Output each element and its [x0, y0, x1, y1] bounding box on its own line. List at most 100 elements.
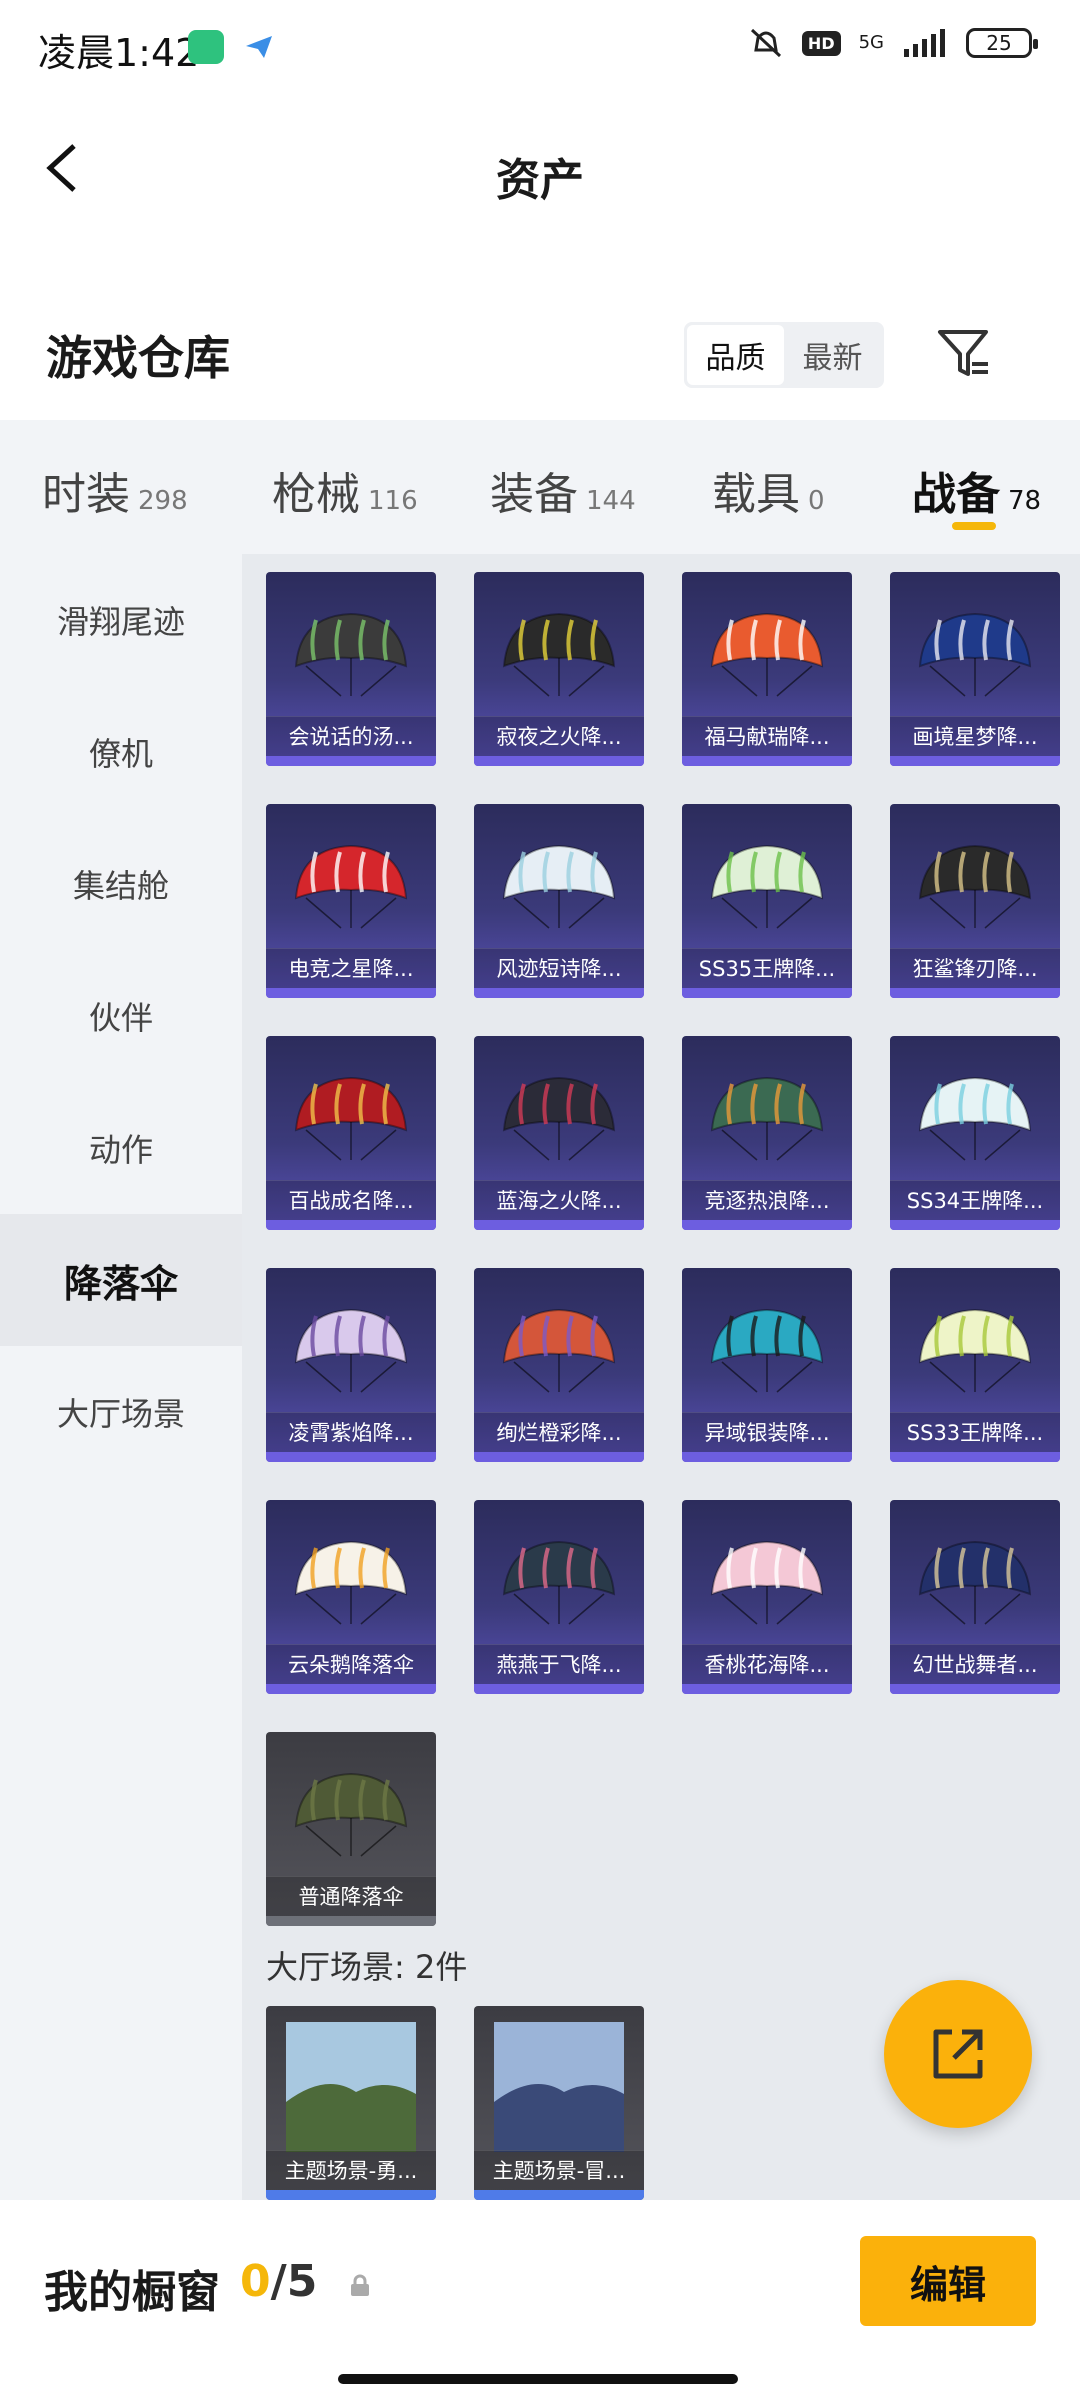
item-name: 画境星梦降... — [890, 716, 1060, 756]
item-card[interactable]: SS35王牌降... — [682, 804, 852, 998]
page-title: 资产 — [496, 155, 584, 206]
hd-badge: HD — [801, 30, 841, 56]
item-name: 蓝海之火降... — [474, 1180, 644, 1220]
quality-bar — [682, 1684, 852, 1694]
item-name: 会说话的汤... — [266, 716, 436, 756]
parachute-icon — [502, 844, 616, 929]
filter-icon[interactable] — [936, 326, 992, 382]
quality-bar — [474, 1452, 644, 1462]
parachute-icon — [710, 1076, 824, 1161]
item-name: SS33王牌降... — [890, 1412, 1060, 1452]
showcase-label: 我的橱窗 — [44, 2267, 220, 2318]
shield-icon — [188, 30, 224, 64]
quality-bar — [682, 756, 852, 766]
parachute-icon — [502, 1076, 616, 1161]
item-card[interactable]: 电竞之星降... — [266, 804, 436, 998]
item-card[interactable]: 凌霄紫焰降... — [266, 1268, 436, 1462]
edit-button[interactable]: 编辑 — [860, 2236, 1036, 2326]
item-card[interactable]: 百战成名降... — [266, 1036, 436, 1230]
item-card[interactable]: 会说话的汤... — [266, 572, 436, 766]
tab-fashion[interactable]: 时装 298 — [42, 458, 188, 522]
tab-battle-prep[interactable]: 战备 78 — [912, 458, 1041, 522]
battery-level: 25 — [986, 31, 1012, 55]
item-card[interactable]: 福马献瑞降... — [682, 572, 852, 766]
sidebar-item-assembly-pod[interactable]: 集结舱 — [0, 818, 242, 950]
tab-count: 144 — [586, 486, 636, 516]
tab-guns[interactable]: 枪械 116 — [272, 458, 418, 522]
item-card[interactable]: 蓝海之火降... — [474, 1036, 644, 1230]
quality-bar — [266, 756, 436, 766]
item-card[interactable]: 风迹短诗降... — [474, 804, 644, 998]
tab-vehicles[interactable]: 载具 0 — [712, 458, 825, 522]
item-card[interactable]: 狂鲨锋刃降... — [890, 804, 1060, 998]
warehouse-title: 游戏仓库 — [46, 331, 230, 385]
sidebar-item-glide-trail[interactable]: 滑翔尾迹 — [0, 554, 242, 686]
item-card[interactable]: 云朵鹅降落伞 — [266, 1500, 436, 1694]
sidebar-item-parachute[interactable]: 降落伞 — [0, 1214, 242, 1346]
item-card[interactable]: 竞逐热浪降... — [682, 1036, 852, 1230]
quality-bar — [890, 1452, 1060, 1462]
share-button[interactable] — [884, 1980, 1032, 2128]
scene-card[interactable]: 主题场景-冒... — [474, 2006, 644, 2200]
home-indicator — [338, 2374, 738, 2384]
item-card[interactable]: SS33王牌降... — [890, 1268, 1060, 1462]
tab-label: 载具 — [712, 469, 800, 520]
item-card[interactable]: 画境星梦降... — [890, 572, 1060, 766]
quality-bar — [266, 1220, 436, 1230]
scene-thumbnail — [286, 2022, 416, 2152]
sort-quality[interactable]: 品质 — [687, 325, 784, 385]
tab-equipment[interactable]: 装备 144 — [490, 458, 636, 522]
parachute-icon — [918, 1540, 1032, 1625]
scene-thumbnail — [494, 2022, 624, 2152]
quality-bar — [682, 1220, 852, 1230]
send-icon — [246, 36, 272, 58]
category-tabs: 时装 298 枪械 116 装备 144 载具 0 战备 78 — [0, 420, 1080, 554]
item-card[interactable]: SS34王牌降... — [890, 1036, 1060, 1230]
quality-bar — [682, 1452, 852, 1462]
tab-count: 0 — [808, 486, 825, 516]
item-name: 普通降落伞 — [266, 1876, 436, 1916]
quality-bar — [890, 1684, 1060, 1694]
lobby-scene-section-title: 大厅场景: 2件 — [266, 1948, 468, 1986]
item-card[interactable]: 寂夜之火降... — [474, 572, 644, 766]
sidebar-item-partner[interactable]: 伙伴 — [0, 950, 242, 1082]
sidebar-item-wingman[interactable]: 僚机 — [0, 686, 242, 818]
parachute-icon — [294, 1076, 408, 1161]
signal-icon — [904, 29, 945, 57]
scene-card[interactable]: 主题场景-勇... — [266, 2006, 436, 2200]
item-card[interactable]: 香桃花海降... — [682, 1500, 852, 1694]
scene-name: 主题场景-勇... — [266, 2150, 436, 2190]
share-icon — [933, 2029, 983, 2079]
item-card[interactable]: 幻世战舞者... — [890, 1500, 1060, 1694]
tab-label: 时装 — [42, 469, 130, 520]
item-card[interactable]: 燕燕于飞降... — [474, 1500, 644, 1694]
scene-name: 主题场景-冒... — [474, 2150, 644, 2190]
item-name: 福马献瑞降... — [682, 716, 852, 756]
status-bar: 凌晨1:42 HD 5G 25 — [0, 0, 1080, 96]
sidebar-item-emote[interactable]: 动作 — [0, 1082, 242, 1214]
parachute-icon — [294, 844, 408, 929]
parachute-icon — [294, 1308, 408, 1393]
item-name: 幻世战舞者... — [890, 1644, 1060, 1684]
item-card[interactable]: 绚烂橙彩降... — [474, 1268, 644, 1462]
quality-bar — [474, 988, 644, 998]
quality-bar — [266, 2190, 436, 2200]
parachute-icon — [918, 1076, 1032, 1161]
parachute-icon — [710, 1308, 824, 1393]
item-name: 风迹短诗降... — [474, 948, 644, 988]
parachute-icon — [294, 1540, 408, 1625]
item-card[interactable]: 普通降落伞 — [266, 1732, 436, 1926]
parachute-icon — [918, 612, 1032, 697]
sort-toggle: 品质 最新 — [684, 322, 884, 388]
quality-bar — [266, 1452, 436, 1462]
quality-bar — [266, 988, 436, 998]
item-card[interactable]: 异域银装降... — [682, 1268, 852, 1462]
parachute-icon — [918, 1308, 1032, 1393]
battery-icon: 25 — [966, 28, 1038, 58]
item-name: 异域银装降... — [682, 1412, 852, 1452]
sort-latest[interactable]: 最新 — [784, 325, 881, 385]
sidebar: 滑翔尾迹 僚机 集结舱 伙伴 动作 降落伞 大厅场景 — [0, 554, 242, 2200]
showcase-current: 0 — [240, 2256, 271, 2307]
showcase-max: /5 — [270, 2256, 318, 2307]
sidebar-item-lobby-scene[interactable]: 大厅场景 — [0, 1346, 242, 1478]
